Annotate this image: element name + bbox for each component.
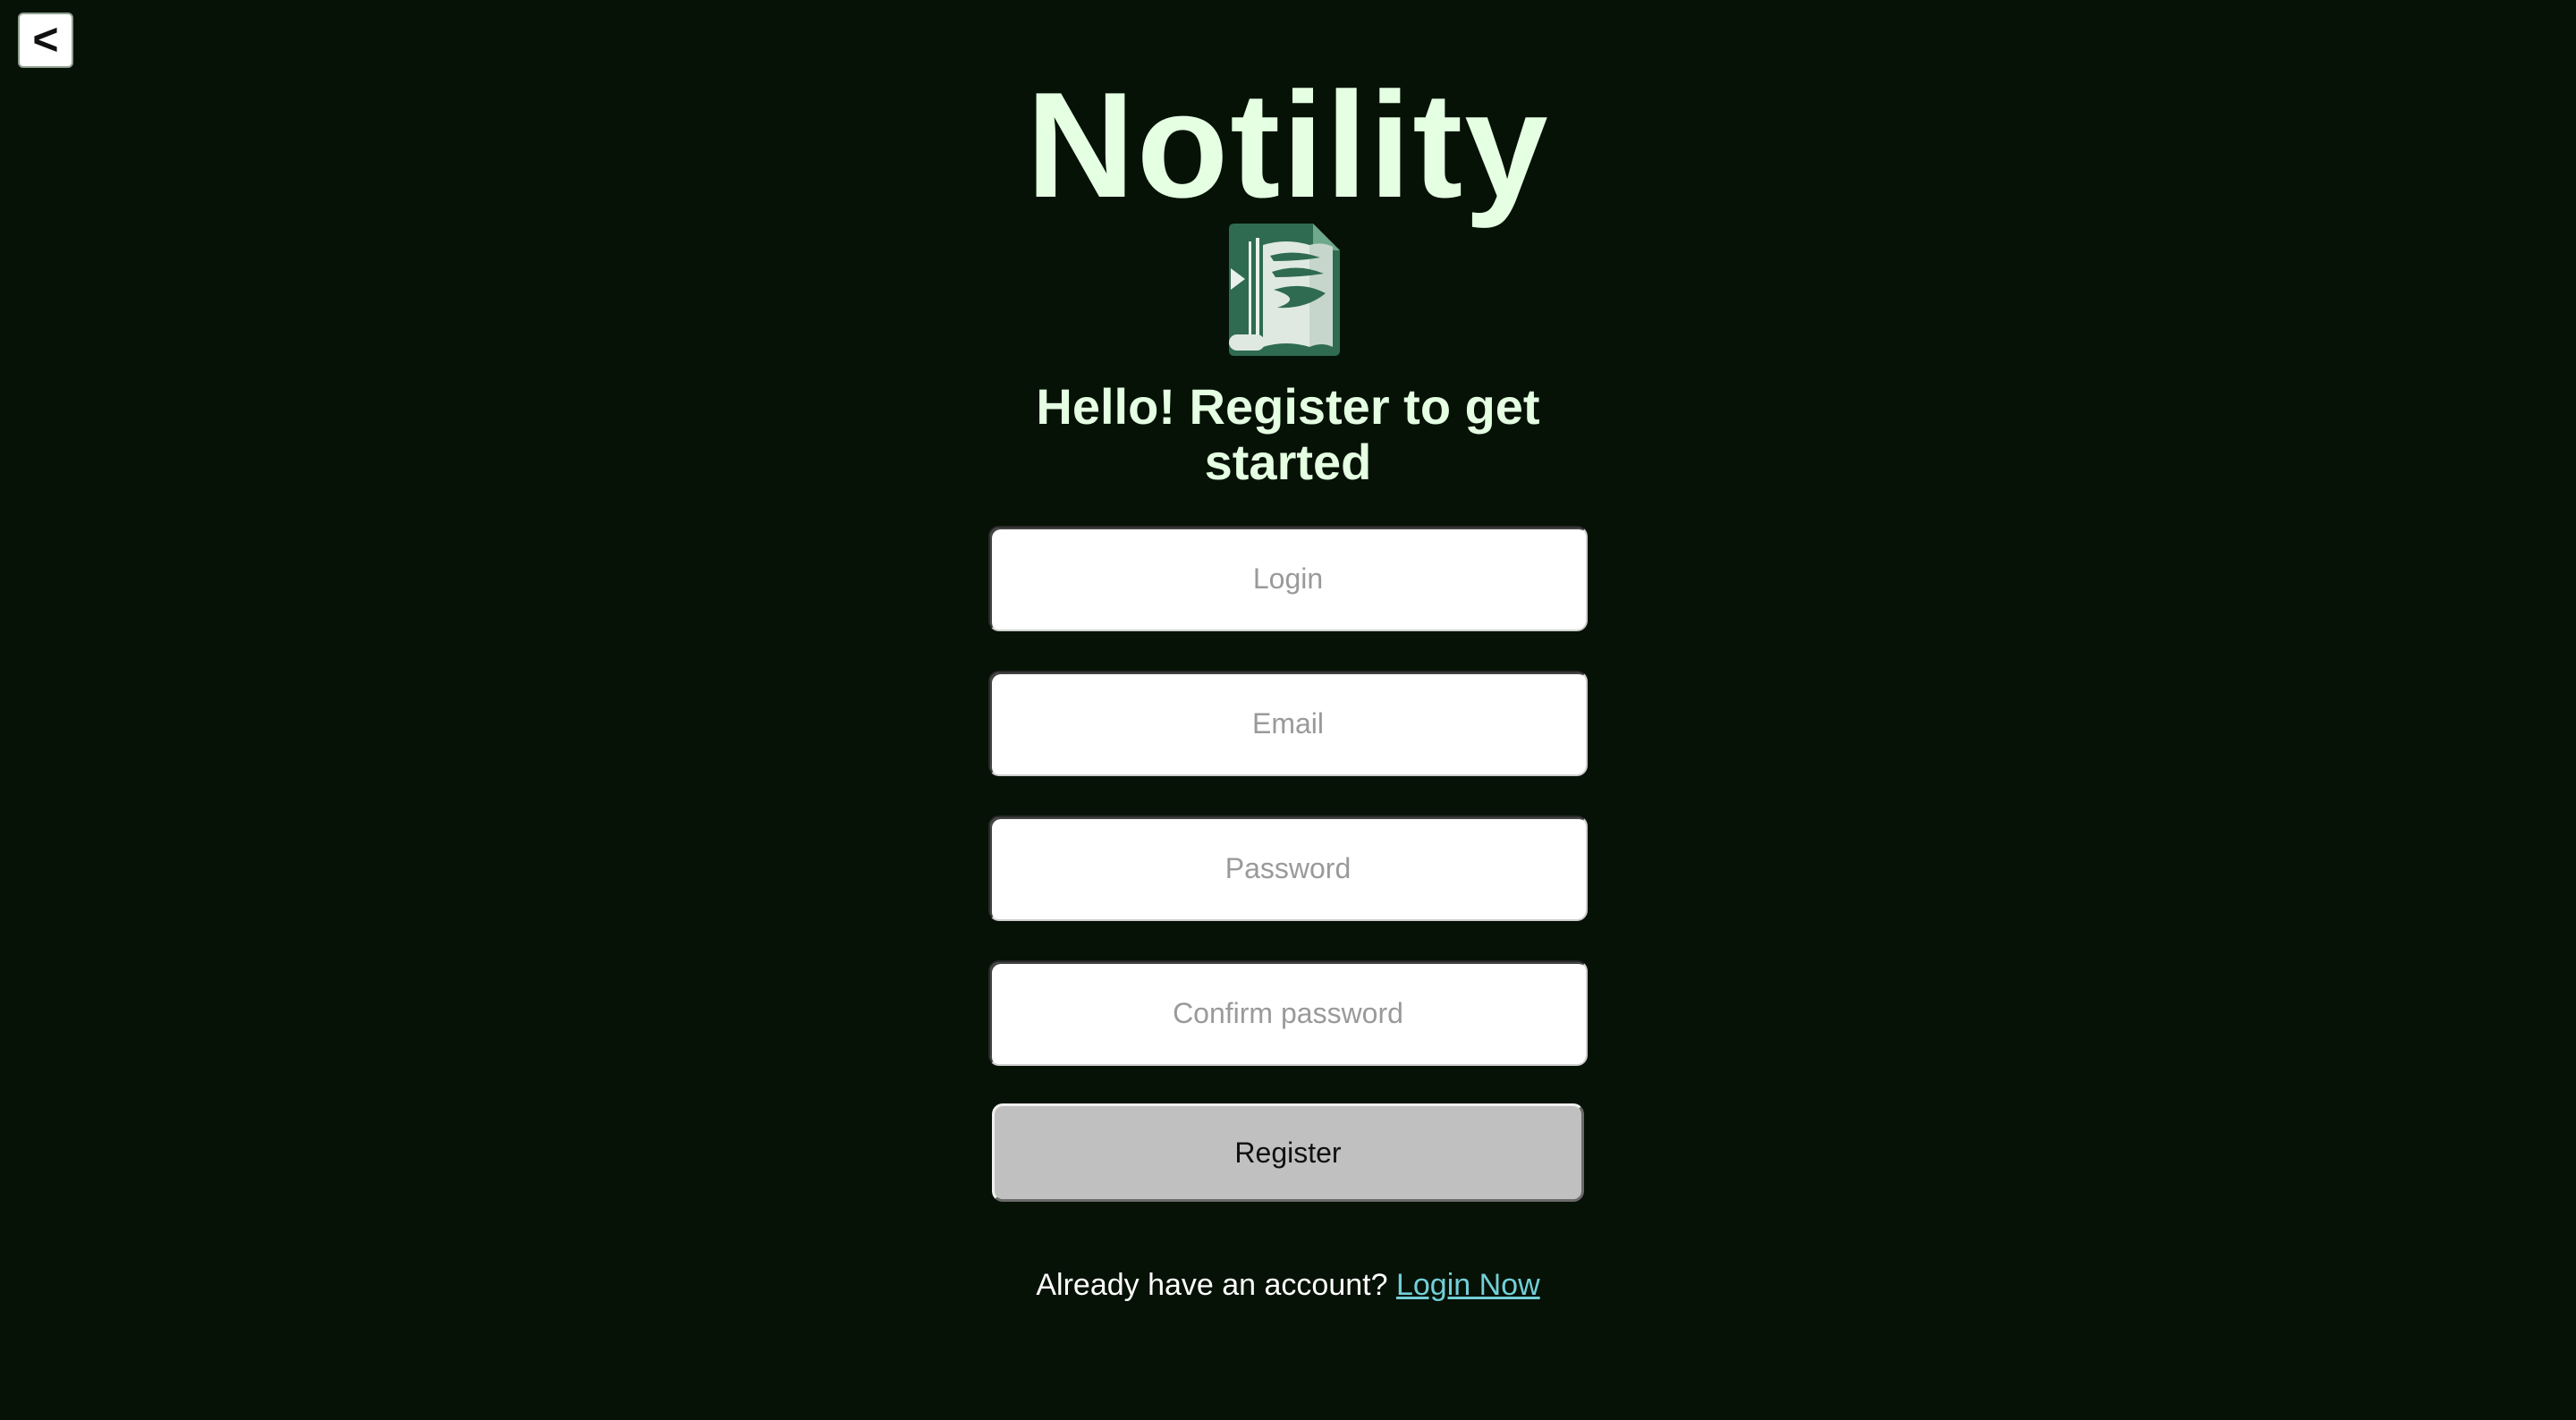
email-input[interactable]: [988, 671, 1588, 776]
app-title: Notility: [1026, 61, 1550, 229]
page-headline: Hello! Register to get started: [1036, 378, 1540, 490]
password-input[interactable]: [988, 816, 1588, 921]
book-document-icon: [1229, 224, 1340, 356]
login-prompt-text: Already have an account?: [1036, 1268, 1388, 1302]
login-prompt: Already have an account? Login Now: [0, 1268, 2576, 1303]
confirm-password-input[interactable]: [988, 960, 1588, 1066]
login-input[interactable]: [988, 526, 1588, 631]
register-button[interactable]: Register: [992, 1103, 1584, 1202]
back-button[interactable]: <: [18, 13, 73, 68]
register-page: < Notility Hello! Register to get starte…: [0, 0, 2576, 1420]
login-now-link[interactable]: Login Now: [1396, 1268, 1540, 1302]
